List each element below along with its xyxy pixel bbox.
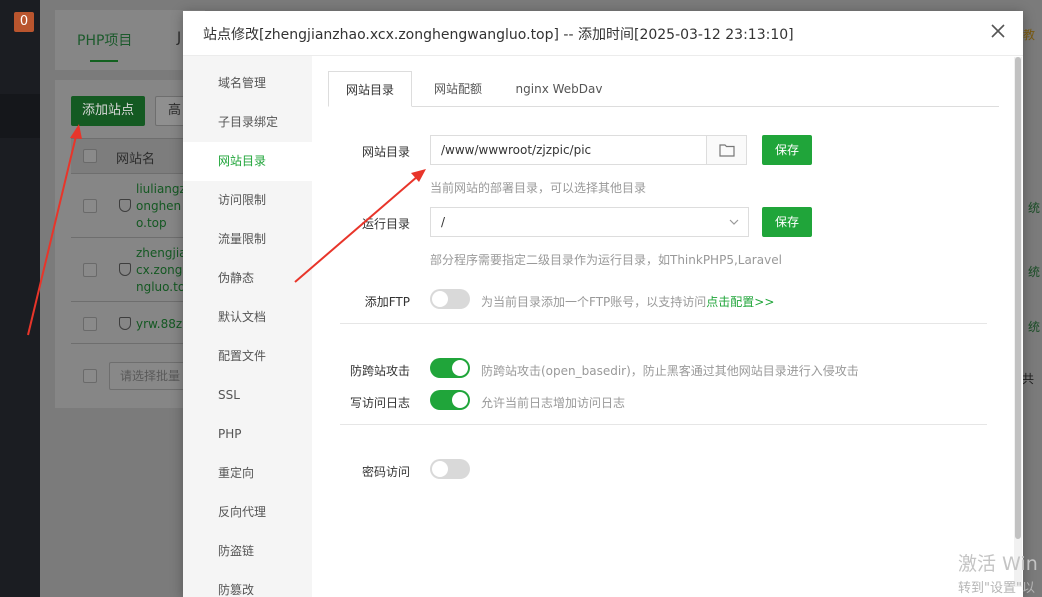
stats-link[interactable]: 统	[1028, 199, 1040, 216]
run-dir-select[interactable]: /	[430, 207, 749, 237]
access-log-hint: 允许当前日志增加访问日志	[481, 396, 626, 410]
site-link[interactable]: yrw.88z	[136, 316, 182, 333]
tab-php-projects[interactable]: PHP项目	[77, 30, 132, 50]
site-dir-input[interactable]	[430, 135, 707, 165]
close-button[interactable]	[988, 21, 1008, 41]
row-checkbox[interactable]	[83, 263, 97, 277]
nav-item-default-document[interactable]: 默认文档	[183, 298, 312, 337]
stats-link[interactable]: 统	[1028, 263, 1040, 280]
section-divider	[340, 323, 987, 324]
activation-watermark-subtitle: 转到"设置"以	[958, 581, 1035, 596]
row-checkbox[interactable]	[83, 317, 97, 331]
total-count-text: 共	[1022, 372, 1035, 386]
ftp-label: 添加FTP	[364, 295, 410, 309]
shield-icon	[119, 263, 131, 276]
sidebar-active-row	[0, 94, 40, 138]
background-right-edge	[1022, 0, 1042, 597]
nav-item-subdir-binding[interactable]: 子目录绑定	[183, 103, 312, 142]
right-top-text: 教	[1023, 28, 1036, 42]
add-site-button[interactable]: 添加站点	[71, 96, 145, 126]
tab-java-projects[interactable]: J	[177, 30, 181, 46]
run-dir-label: 运行目录	[361, 217, 410, 231]
nav-item-hotlink-protection[interactable]: 防盗链	[183, 532, 312, 571]
site-dir-hint: 当前网站的部署目录，可以选择其他目录	[430, 181, 647, 195]
settings-nav: 域名管理 子目录绑定 网站目录 访问限制 流量限制 伪静态 默认文档 配置文件 …	[183, 56, 312, 597]
run-dir-hint: 部分程序需要指定二级目录作为运行目录，如ThinkPHP5,Laravel	[430, 253, 782, 267]
column-header-site-name: 网站名	[116, 152, 156, 167]
close-icon	[991, 24, 1005, 38]
content-tabs: 网站目录 网站配额 nginx WebDav	[328, 71, 999, 107]
tab-active-indicator	[90, 60, 118, 62]
stats-link[interactable]: 统	[1028, 318, 1040, 335]
save-site-dir-button[interactable]: 保存	[762, 135, 812, 165]
row-checkbox[interactable]	[83, 199, 97, 213]
site-edit-dialog: 站点修改[zhengjianzhao.xcx.zonghengwangluo.t…	[183, 11, 1023, 597]
access-log-toggle[interactable]	[430, 390, 470, 410]
tab-nginx-webdav[interactable]: nginx WebDav	[509, 71, 609, 107]
site-directory-panel: 网站目录 网站配额 nginx WebDav 网站目录 保存 当前网站的部署目录…	[328, 71, 1000, 597]
batch-operation-select[interactable]: 请选择批量	[109, 362, 191, 390]
notification-badge[interactable]: 0	[14, 12, 34, 32]
ftp-hint: 为当前目录添加一个FTP账号，以支持访问点击配置>>	[481, 293, 774, 310]
nav-item-traffic-limit[interactable]: 流量限制	[183, 220, 312, 259]
section-divider	[340, 424, 987, 425]
anti-cross-hint: 防跨站攻击(open_basedir)，防止黑客通过其他网站目录进行入侵攻击	[481, 364, 859, 378]
run-dir-value: /	[441, 215, 446, 229]
toggle-knob	[432, 291, 448, 307]
dialog-scrollbar[interactable]	[1014, 57, 1022, 587]
ftp-hint-text: 为当前目录添加一个FTP账号，以支持访问	[481, 295, 707, 309]
shield-icon	[119, 317, 131, 330]
nav-item-rewrite[interactable]: 伪静态	[183, 259, 312, 298]
batch-checkbox[interactable]	[83, 369, 97, 383]
nav-item-site-directory[interactable]: 网站目录	[183, 142, 312, 181]
nav-item-redirect[interactable]: 重定向	[183, 454, 312, 493]
password-access-label: 密码访问	[361, 465, 410, 479]
site-dir-label: 网站目录	[361, 145, 410, 159]
toggle-knob	[432, 461, 448, 477]
select-all-checkbox[interactable]	[83, 149, 97, 163]
folder-icon	[718, 144, 735, 157]
nav-item-php[interactable]: PHP	[183, 415, 312, 454]
app-sidebar: 0	[0, 0, 40, 597]
dialog-title: 站点修改[zhengjianzhao.xcx.zonghengwangluo.t…	[203, 27, 794, 43]
toggle-knob	[452, 392, 468, 408]
ftp-toggle[interactable]	[430, 289, 470, 309]
site-link[interactable]: liuliangz onghen o.top	[136, 181, 186, 232]
password-access-toggle[interactable]	[430, 459, 470, 479]
nav-item-domains[interactable]: 域名管理	[183, 64, 312, 103]
nav-item-tamper-proof[interactable]: 防篡改	[183, 571, 312, 597]
tab-site-quota[interactable]: 网站配额	[423, 71, 493, 107]
tab-site-directory[interactable]: 网站目录	[328, 71, 412, 107]
anti-cross-toggle[interactable]	[430, 358, 470, 378]
nav-item-config-file[interactable]: 配置文件	[183, 337, 312, 376]
chevron-down-icon	[729, 219, 739, 225]
save-run-dir-button[interactable]: 保存	[762, 207, 812, 237]
browse-folder-button[interactable]	[706, 135, 747, 165]
dialog-header: 站点修改[zhengjianzhao.xcx.zonghengwangluo.t…	[183, 11, 1023, 56]
nav-item-reverse-proxy[interactable]: 反向代理	[183, 493, 312, 532]
anti-cross-label: 防跨站攻击	[349, 364, 410, 378]
toggle-knob	[452, 360, 468, 376]
site-link[interactable]: zhengjia cx.zongh ngluo.to	[136, 245, 190, 296]
activation-watermark-title: 激活 Win	[958, 553, 1038, 575]
nav-item-ssl[interactable]: SSL	[183, 376, 312, 415]
nav-item-access-limit[interactable]: 访问限制	[183, 181, 312, 220]
scrollbar-thumb[interactable]	[1015, 57, 1021, 539]
shield-icon	[119, 199, 131, 212]
ftp-config-link[interactable]: 点击配置>>	[706, 295, 774, 309]
access-log-label: 写访问日志	[349, 396, 410, 410]
